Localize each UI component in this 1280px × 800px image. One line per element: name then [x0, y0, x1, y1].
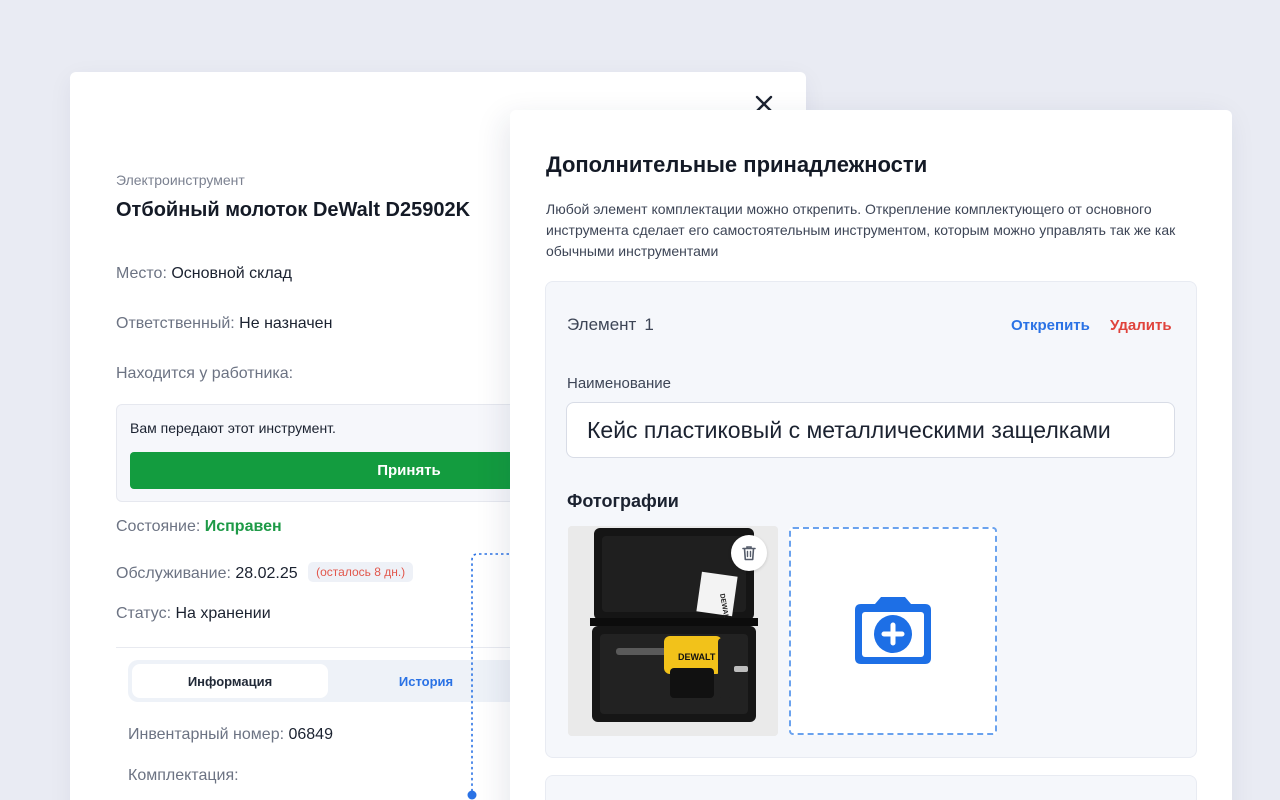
responsible-label: Ответственный:	[116, 315, 235, 332]
photo-brand-text: DEWALT	[678, 652, 716, 662]
kit-label: Комплектация:	[128, 767, 239, 784]
trash-icon	[742, 546, 756, 561]
detach-button[interactable]: Открепить	[1011, 317, 1090, 334]
add-photo-button[interactable]	[789, 527, 997, 735]
service-label: Обслуживание:	[116, 565, 231, 582]
inventory-field: Инвентарный номер: 06849	[128, 726, 333, 744]
worker-label: Находится у работника:	[116, 365, 294, 382]
divider	[116, 647, 516, 648]
tab-history[interactable]: История	[328, 664, 524, 698]
transfer-text: Вам передают этот инструмент.	[130, 420, 336, 436]
element-number: 1	[644, 315, 654, 334]
service-remaining-badge: (осталось 8 дн.)	[308, 562, 414, 582]
photos-label: Фотографии	[567, 491, 679, 511]
state-label: Состояние:	[116, 518, 201, 535]
place-value: Основной склад	[171, 265, 292, 282]
responsible-field: Ответственный: Не назначен	[116, 315, 332, 333]
delete-button[interactable]: Удалить	[1110, 317, 1172, 334]
status-value: На хранении	[175, 605, 271, 622]
inventory-value: 06849	[288, 726, 333, 743]
state-field: Состояние: Исправен	[116, 518, 282, 536]
inventory-label: Инвентарный номер:	[128, 726, 285, 743]
next-element-card	[545, 775, 1197, 800]
service-field: Обслуживание: 28.02.25 (осталось 8 дн.)	[116, 562, 414, 583]
service-value: 28.02.25	[235, 565, 298, 582]
modal-title: Дополнительные принадлежности	[546, 152, 928, 177]
responsible-value: Не назначен	[239, 315, 333, 332]
name-label: Наименование	[567, 375, 671, 392]
status-field: Статус: На хранении	[116, 605, 271, 623]
element-label: Элемент 1	[567, 315, 654, 335]
tool-category: Электроинструмент	[116, 172, 245, 188]
status-label: Статус:	[116, 605, 172, 622]
camera-plus-icon	[855, 597, 931, 664]
photo-delete-button[interactable]	[731, 535, 767, 571]
name-input[interactable]	[566, 402, 1175, 458]
state-value: Исправен	[204, 518, 282, 535]
place-field: Место: Основной склад	[116, 265, 292, 283]
tool-title: Отбойный молоток DeWalt D25902K	[116, 199, 471, 221]
tab-information[interactable]: Информация	[132, 664, 328, 698]
tool-tabs: Информация История	[128, 660, 528, 702]
element-title: Элемент	[567, 315, 637, 334]
place-label: Место:	[116, 265, 167, 282]
modal-description: Любой элемент комплектации можно открепи…	[546, 201, 1176, 259]
